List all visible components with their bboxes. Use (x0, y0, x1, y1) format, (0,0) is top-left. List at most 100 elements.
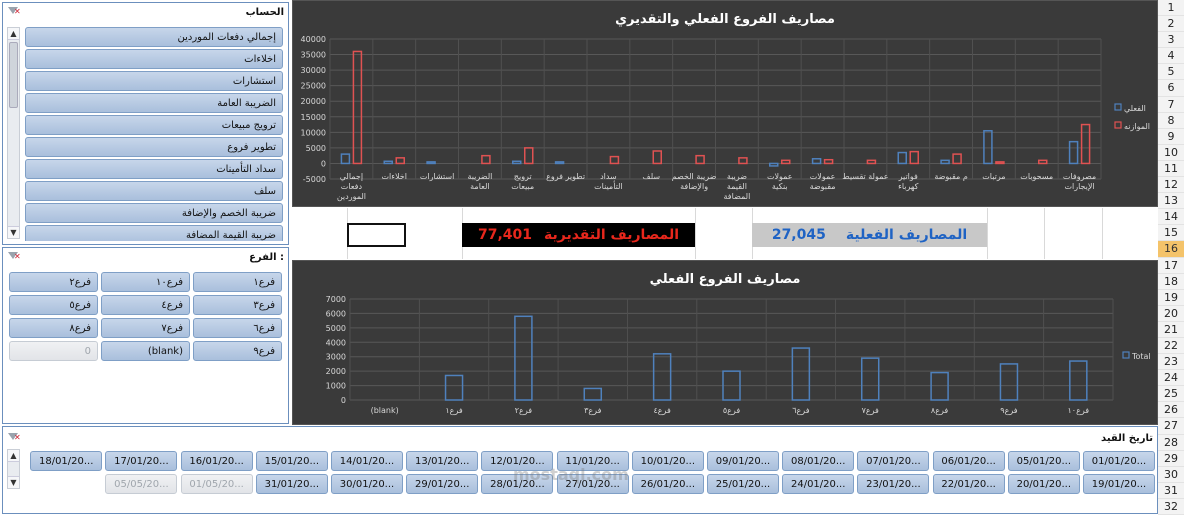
x-tick-label: مبيعات (511, 182, 534, 191)
scroll-up-icon[interactable]: ▲ (8, 28, 19, 40)
date-slicer-item[interactable]: 19/01/20... (1083, 474, 1155, 494)
row-header[interactable]: 3 (1158, 32, 1184, 49)
row-header[interactable]: 1 (1158, 0, 1184, 17)
account-slicer-item[interactable]: الضريبة العامة (25, 93, 283, 113)
clear-filter-icon[interactable] (7, 251, 21, 263)
date-slicer-item[interactable]: 01/01/20... (1083, 451, 1155, 471)
account-slicer-item[interactable]: ترويج مبيعات (25, 115, 283, 135)
row-header[interactable]: 6 (1158, 80, 1184, 97)
row-header[interactable]: 10 (1158, 144, 1184, 161)
legend-swatch (1122, 351, 1130, 359)
date-slicer-item[interactable]: 08/01/20... (782, 451, 855, 471)
row-header[interactable]: 30 (1158, 466, 1184, 483)
row-header[interactable]: 15 (1158, 225, 1184, 242)
branch-slicer-item[interactable]: فرع٢ (9, 272, 98, 292)
row-header[interactable]: 7 (1158, 96, 1184, 113)
account-slicer-item[interactable]: استشارات (25, 71, 283, 91)
date-slicer-title: تاريخ القيد (1101, 432, 1153, 444)
row-header[interactable]: 8 (1158, 112, 1184, 129)
x-tick-label: إجمالي (340, 172, 363, 182)
bar-budget (609, 155, 620, 165)
row-header[interactable]: 17 (1158, 257, 1184, 274)
actual-expenses-value: 27,045 (771, 227, 826, 243)
row-header[interactable]: 25 (1158, 386, 1184, 403)
scroll-up-icon[interactable]: ▲ (8, 450, 19, 462)
date-slicer-item[interactable]: 18/01/20... (30, 451, 103, 471)
row-header[interactable]: 20 (1158, 305, 1184, 322)
date-slicer-item[interactable]: 25/01/20... (707, 474, 779, 494)
row-header[interactable]: 23 (1158, 354, 1184, 371)
clear-filter-icon[interactable] (7, 6, 21, 18)
account-slicer-item[interactable]: اخلاءات (25, 49, 283, 69)
date-slicer-item[interactable]: 23/01/20... (857, 474, 930, 494)
row-header[interactable]: 16 (1158, 241, 1184, 258)
date-slicer-item[interactable]: 06/01/20... (932, 451, 1005, 471)
date-slicer-item[interactable]: 20/01/20... (1007, 474, 1080, 494)
row-header[interactable]: 31 (1158, 482, 1184, 499)
scroll-down-icon[interactable]: ▼ (8, 226, 19, 238)
x-tick-label: بنكية (772, 182, 788, 191)
selected-cell[interactable] (347, 223, 406, 247)
account-slicer-item[interactable]: سلف (25, 181, 283, 201)
account-slicer-scrollbar[interactable]: ▲ ▼ (7, 27, 20, 239)
row-header[interactable]: 11 (1158, 160, 1184, 178)
row-header[interactable]: 28 (1158, 434, 1184, 451)
row-header[interactable]: 24 (1158, 370, 1184, 387)
date-slicer-item[interactable]: 26/01/20... (631, 474, 704, 494)
row-header[interactable]: 27 (1158, 418, 1184, 435)
date-slicer-item[interactable]: 17/01/20... (105, 451, 178, 471)
row-header[interactable]: 26 (1158, 402, 1184, 419)
scroll-thumb[interactable] (9, 42, 18, 108)
row-header[interactable]: 9 (1158, 128, 1184, 145)
branch-slicer-item[interactable]: فرع٧ (101, 318, 190, 338)
date-slicer-scrollbar[interactable]: ▲ ▼ (7, 449, 20, 489)
branch-slicer-item[interactable]: (blank) (101, 341, 190, 361)
row-header[interactable]: 19 (1158, 289, 1184, 306)
bar-budget (738, 157, 748, 165)
row-header[interactable]: 22 (1158, 337, 1184, 355)
branch-slicer-item[interactable]: فرع٤ (101, 295, 190, 315)
date-slicer-item[interactable]: 13/01/20... (406, 451, 479, 471)
y-tick-label: 3000 (326, 353, 346, 362)
row-header[interactable]: 29 (1158, 450, 1184, 467)
row-header[interactable]: 5 (1158, 64, 1184, 81)
account-slicer-item[interactable]: سداد التأمينات (25, 159, 283, 179)
account-slicer-item[interactable]: تطوير فروع (25, 137, 283, 157)
account-slicer-list: إجمالي دفعات الموردين اخلاءات استشارات الضر… (25, 27, 284, 241)
date-slicer-item[interactable]: 10/01/20... (631, 451, 704, 471)
branch-slicer-item[interactable]: فرع٣ (193, 295, 282, 315)
date-slicer-item[interactable]: 29/01/20... (406, 474, 479, 494)
row-header[interactable]: 14 (1158, 209, 1184, 226)
scroll-down-icon[interactable]: ▼ (8, 476, 19, 488)
bar-actual (1068, 140, 1079, 165)
date-slicer-item[interactable]: 16/01/20... (180, 451, 253, 471)
account-slicer-item[interactable]: ضريبة القيمة المضافة (25, 225, 283, 241)
row-header[interactable]: 4 (1158, 48, 1184, 65)
date-slicer-item[interactable]: 31/01/20... (255, 474, 328, 494)
y-tick-label: 6000 (326, 309, 346, 318)
row-header[interactable]: 32 (1158, 498, 1184, 515)
branch-slicer-item[interactable]: فرع٩ (193, 341, 282, 361)
date-slicer-item[interactable]: 15/01/20... (255, 451, 328, 471)
branch-slicer-item[interactable]: فرع١ (193, 272, 282, 292)
branch-slicer-item[interactable]: فرع٥ (9, 295, 98, 315)
account-slicer-item[interactable]: ضريبة الخصم والإضافة (25, 203, 283, 223)
date-slicer-item[interactable]: 30/01/20... (331, 474, 403, 494)
date-slicer-item[interactable]: 05/01/20... (1007, 451, 1080, 471)
date-slicer-item[interactable]: 14/01/20... (331, 451, 403, 471)
branch-slicer-item[interactable]: فرع٨ (9, 318, 98, 338)
date-slicer-item[interactable]: 07/01/20... (857, 451, 930, 471)
branch-slicer-item[interactable]: فرع٦ (193, 318, 282, 338)
date-slicer-item[interactable]: 22/01/20... (932, 474, 1005, 494)
account-slicer-item[interactable]: إجمالي دفعات الموردين (25, 27, 283, 47)
date-slicer-item[interactable]: 09/01/20... (707, 451, 779, 471)
row-header[interactable]: 18 (1158, 273, 1184, 290)
row-header[interactable]: 13 (1158, 193, 1184, 210)
row-header[interactable]: 2 (1158, 16, 1184, 33)
row-header[interactable]: 12 (1158, 177, 1184, 194)
branch-slicer-item[interactable]: فرع١٠ (101, 272, 190, 292)
x-tick-label: الضريبة (467, 172, 492, 181)
clear-filter-icon[interactable] (7, 432, 21, 444)
date-slicer-item[interactable]: 24/01/20... (782, 474, 855, 494)
row-header[interactable]: 21 (1158, 321, 1184, 338)
